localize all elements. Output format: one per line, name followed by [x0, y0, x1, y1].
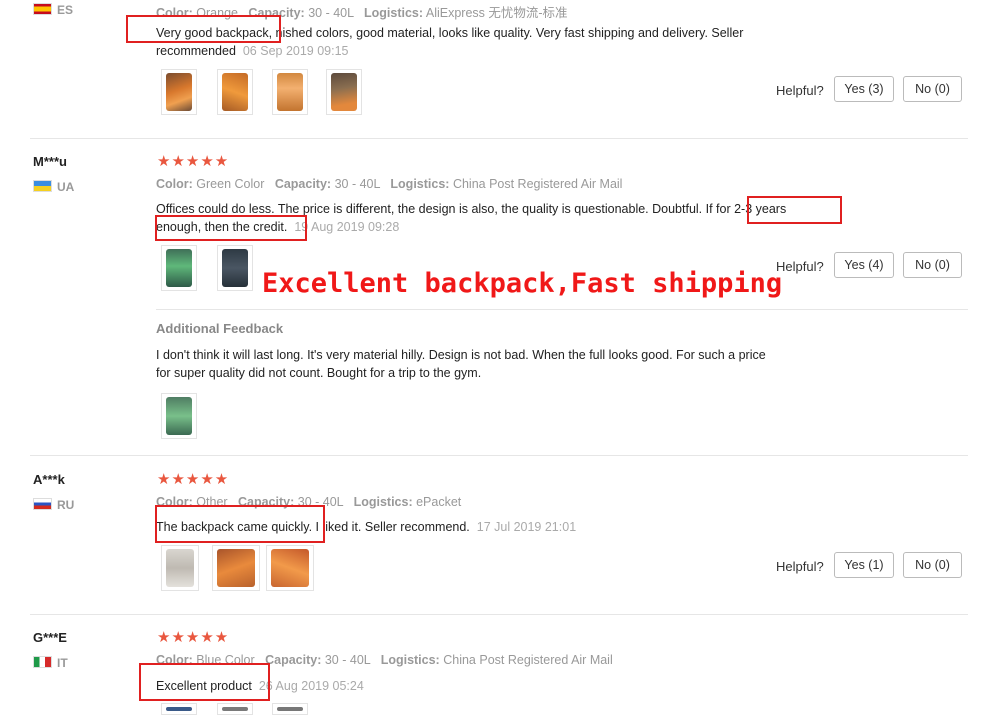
review-photo[interactable] [217, 703, 253, 715]
review-date: 26 Aug 2019 05:24 [258, 679, 364, 693]
review-photo[interactable] [161, 245, 197, 291]
country-code: RU [57, 498, 75, 512]
flag-ru-icon [33, 498, 52, 510]
rating-stars: ★★★★★ [157, 471, 230, 488]
flag-it-icon [33, 656, 52, 668]
highlight-box [139, 663, 270, 701]
review-photo[interactable] [272, 69, 308, 115]
reviewer-name: M***u [33, 154, 67, 169]
reviewer-name: A***k [33, 472, 65, 487]
country-code: IT [57, 656, 68, 670]
review-photo[interactable] [272, 703, 308, 715]
review-photo[interactable] [217, 245, 253, 291]
review-date: 19 Aug 2019 09:28 [294, 220, 400, 234]
highlight-box [747, 196, 842, 224]
review-photo[interactable] [161, 703, 197, 715]
reviewer-name: G***E [33, 630, 67, 645]
additional-divider [156, 309, 968, 310]
highlight-box [155, 505, 325, 543]
highlight-box [155, 215, 307, 241]
promo-overlay-text: Excellent backpack,Fast shipping [262, 268, 783, 299]
additional-feedback-title: Additional Feedback [156, 321, 284, 336]
review-photo[interactable] [326, 69, 362, 115]
rating-stars: ★★★★★ [157, 153, 230, 170]
review-date: 06 Sep 2019 09:15 [242, 44, 349, 58]
review-divider [30, 614, 968, 615]
rating-stars: ★★★★★ [157, 629, 230, 646]
helpful-no-button[interactable]: No (0) [903, 76, 962, 102]
review-photo[interactable] [266, 545, 314, 591]
helpful-label: Helpful? [776, 559, 824, 574]
highlight-box [126, 15, 281, 43]
helpful-no-button[interactable]: No (0) [903, 552, 962, 578]
helpful-yes-button[interactable]: Yes (3) [834, 76, 894, 102]
review-attributes: Color: Green Color Capacity: 30 - 40L Lo… [156, 177, 623, 191]
additional-feedback-text: I don't think it will last long. It's ve… [156, 348, 766, 380]
review-divider [30, 138, 968, 139]
review-photo[interactable] [161, 69, 197, 115]
review-photo[interactable] [161, 393, 197, 439]
review-date: 17 Jul 2019 21:01 [476, 520, 577, 534]
helpful-yes-button[interactable]: Yes (1) [834, 552, 894, 578]
country-code: UA [57, 180, 75, 194]
review-photo[interactable] [217, 69, 253, 115]
flag-es-icon [33, 3, 52, 15]
helpful-no-button[interactable]: No (0) [903, 252, 962, 278]
helpful-yes-button[interactable]: Yes (4) [834, 252, 894, 278]
review-divider [30, 455, 968, 456]
helpful-label: Helpful? [776, 259, 824, 274]
flag-ua-icon [33, 180, 52, 192]
country-code: ES [57, 3, 74, 17]
review-photo[interactable] [161, 545, 199, 591]
helpful-label: Helpful? [776, 83, 824, 98]
review-photo[interactable] [212, 545, 260, 591]
